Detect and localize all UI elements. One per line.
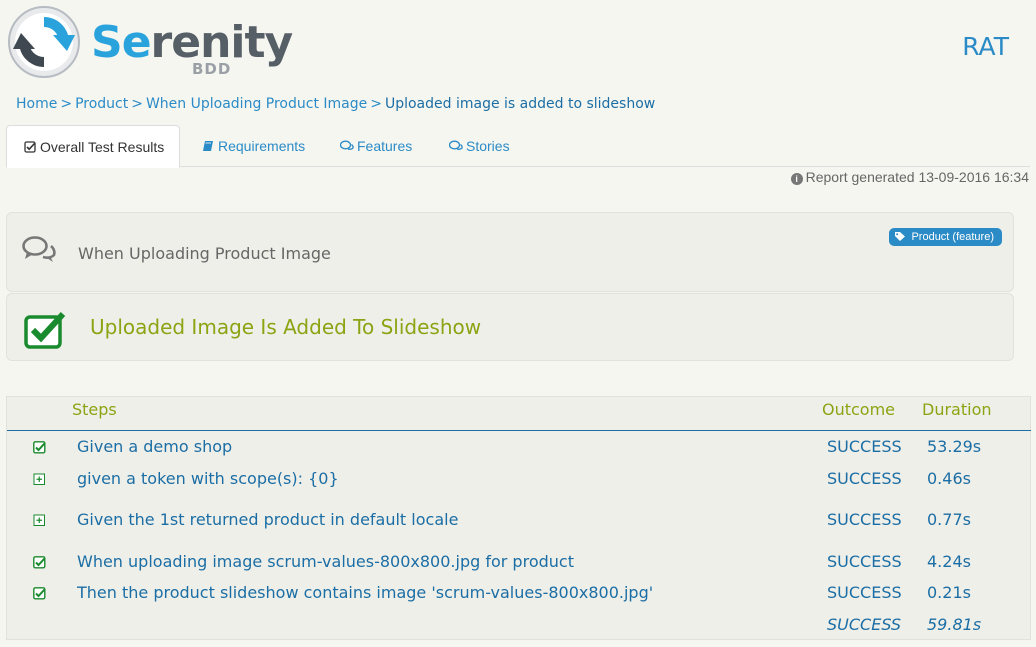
table-row: Then the product slideshow contains imag… (7, 583, 1031, 613)
plus-square-icon[interactable] (33, 473, 46, 486)
tab-requirements[interactable]: Requirements (201, 125, 305, 167)
step-description: Given the 1st returned product in defaul… (77, 510, 459, 529)
feature-title: When Uploading Product Image (78, 244, 331, 263)
step-outcome: SUCCESS (827, 583, 902, 602)
breadcrumb-separator: > (131, 96, 143, 112)
table-row: When uploading image scrum-values-800x80… (7, 552, 1031, 582)
comments-icon (22, 236, 56, 262)
step-description: Then the product slideshow contains imag… (77, 583, 654, 602)
header-steps: Steps (72, 400, 117, 419)
logo-subtitle: BDD (192, 60, 232, 78)
step-duration: 0.77s (927, 510, 971, 529)
report-generated-text: Report generated 13-09-2016 16:34 (805, 169, 1029, 185)
breadcrumb-separator: > (370, 96, 382, 112)
step-duration: 53.29s (927, 437, 982, 456)
project-name: RAT (962, 32, 1009, 61)
book-icon (203, 141, 213, 151)
header: Serenity BDD RAT (0, 0, 1036, 90)
breadcrumb-current: Uploaded image is added to slideshow (384, 96, 656, 112)
step-outcome: SUCCESS (827, 469, 902, 488)
table-row: given a token with scope(s): {0} SUCCESS… (7, 469, 1031, 499)
serenity-logo-icon (8, 6, 80, 78)
feature-panel: When Uploading Product Image Product (fe… (6, 212, 1014, 292)
header-duration: Duration (922, 400, 992, 419)
breadcrumb-product[interactable]: Product (75, 96, 128, 112)
comments-icon (449, 140, 463, 150)
tab-features[interactable]: Features (340, 125, 412, 167)
step-outcome: SUCCESS (827, 437, 902, 456)
step-duration: 4.24s (927, 552, 971, 571)
header-outcome: Outcome (822, 400, 896, 419)
tab-label: Stories (466, 138, 510, 154)
feature-tag[interactable]: Product (feature) (889, 228, 1002, 246)
breadcrumb-feature[interactable]: When Uploading Product Image (146, 96, 367, 112)
tab-label: Overall Test Results (40, 139, 165, 155)
breadcrumb-home[interactable]: Home (16, 96, 57, 112)
table-row: Given a demo shop SUCCESS 53.29s (7, 437, 1031, 467)
comments-icon (340, 140, 354, 150)
step-outcome: SUCCESS (827, 510, 902, 529)
check-square-icon (24, 311, 66, 349)
step-outcome: SUCCESS (827, 552, 902, 571)
total-row: SUCCESS 59.81s (7, 615, 1031, 645)
step-description: given a token with scope(s): {0} (77, 469, 339, 488)
total-duration: 59.81s (927, 615, 982, 634)
check-square-icon (33, 587, 46, 600)
tab-stories[interactable]: Stories (449, 125, 510, 167)
steps-table-header: Steps Outcome Duration (7, 397, 1031, 431)
logo-text-highlight: Se (91, 17, 152, 68)
step-description: When uploading image scrum-values-800x80… (77, 552, 574, 571)
tab-bar: Overall Test Results Requirements Featur… (6, 125, 1030, 168)
tag-label: Product (feature) (911, 231, 994, 243)
table-row: Given the 1st returned product in defaul… (7, 510, 1031, 540)
step-duration: 0.21s (927, 583, 971, 602)
scenario-title: Uploaded Image Is Added To Slideshow (90, 315, 482, 339)
steps-table: Steps Outcome Duration Given a demo shop… (6, 396, 1031, 640)
plus-square-icon[interactable] (33, 514, 46, 527)
scenario-panel: Uploaded Image Is Added To Slideshow (6, 293, 1014, 361)
report-generated: i Report generated 13-09-2016 16:34 (790, 169, 1029, 185)
tag-icon (895, 232, 906, 241)
step-description: Given a demo shop (77, 437, 233, 456)
check-square-icon (33, 556, 46, 569)
info-icon: i (790, 173, 803, 185)
check-square-icon (24, 141, 36, 153)
step-duration: 0.46s (927, 469, 971, 488)
check-square-icon (33, 441, 46, 454)
tab-label: Features (357, 138, 413, 154)
total-outcome: SUCCESS (827, 615, 902, 634)
breadcrumb: Home > Product > When Uploading Product Imag… (16, 96, 655, 112)
breadcrumb-separator: > (60, 96, 73, 112)
tab-label: Requirements (218, 138, 306, 154)
tab-overall-test-results[interactable]: Overall Test Results (6, 125, 181, 168)
